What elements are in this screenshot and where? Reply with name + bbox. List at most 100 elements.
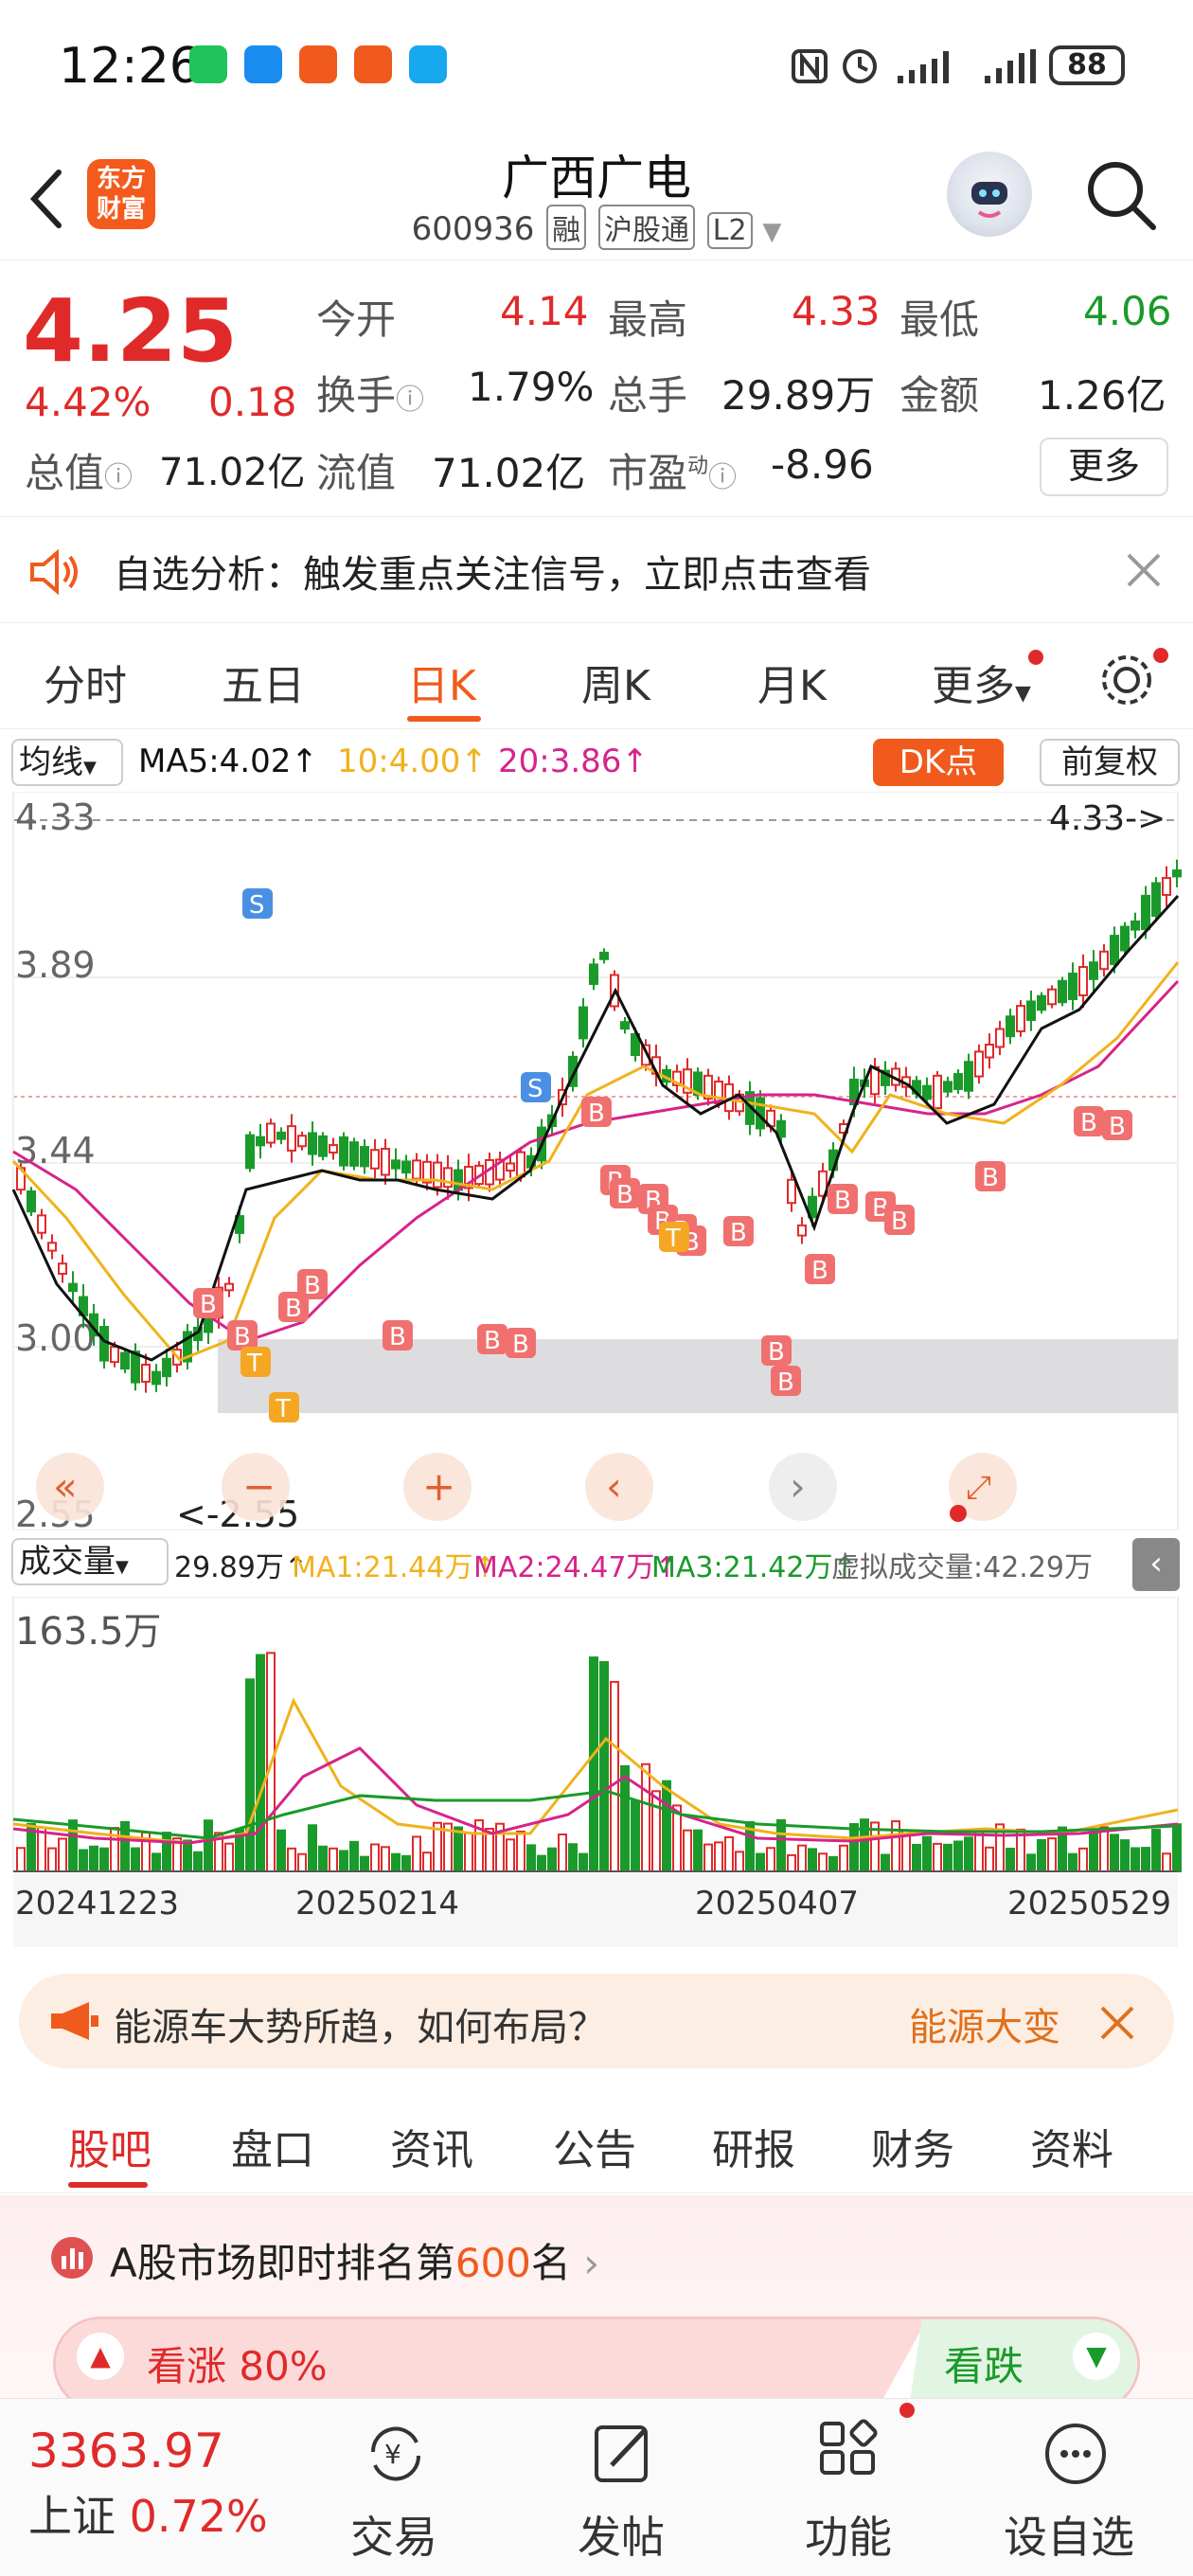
candle — [1006, 1015, 1015, 1038]
adjust-button[interactable]: 前复权 — [1040, 739, 1180, 786]
functions-grid-icon[interactable] — [810, 2414, 890, 2494]
gear-icon[interactable] — [1096, 650, 1157, 710]
high-label: 最高 — [608, 296, 688, 343]
search-app-icon — [409, 45, 447, 83]
info-icon: ⓘ — [104, 461, 134, 494]
tab-five-day[interactable]: 五日 — [222, 652, 305, 712]
candle — [256, 1136, 265, 1147]
volume-bar — [183, 1839, 192, 1872]
tab-finance[interactable]: 财务 — [871, 2116, 954, 2176]
chevron-down-icon: ▼ — [762, 218, 782, 246]
volume-select[interactable]: 成交量▼ — [11, 1538, 169, 1585]
trade-icon[interactable]: ¥ — [356, 2414, 436, 2494]
nav-customize[interactable]: 设自选 — [1004, 2503, 1134, 2566]
nav-post[interactable]: 发帖 — [578, 2503, 665, 2566]
more-dots-icon[interactable] — [1036, 2414, 1115, 2494]
pe-label[interactable]: 市盈动ⓘ — [608, 441, 737, 499]
svg-text:S: S — [249, 891, 265, 920]
open-value: 4.14 — [500, 288, 589, 334]
promo-banner[interactable]: 能源车大势所趋，如何布局？ 能源大变 — [19, 1974, 1174, 2068]
candle — [120, 1351, 130, 1370]
svg-text:+: + — [422, 1463, 455, 1510]
candle — [985, 1043, 994, 1059]
turnover-label[interactable]: 换手ⓘ — [316, 364, 424, 421]
margin-tag: 融 — [546, 205, 587, 250]
vol-ma3-readout: MA3:21.42万↑ — [651, 1551, 857, 1584]
rank-card: A股市场即时排名第600名 › ▲ 看涨 80% 看跌 ▼ — [0, 2195, 1193, 2411]
svg-text:‹: ‹ — [606, 1463, 622, 1510]
candle — [27, 1190, 36, 1213]
assistant-robot-icon[interactable] — [947, 152, 1032, 237]
volume-bar — [756, 1852, 765, 1873]
megaphone-icon — [51, 2002, 98, 2040]
tab-timeshare[interactable]: 分时 — [44, 652, 127, 712]
candle — [974, 1050, 984, 1078]
svg-text:T: T — [275, 1395, 291, 1423]
tab-monthly-k[interactable]: 月K — [757, 652, 827, 712]
post-icon[interactable] — [583, 2414, 663, 2494]
tab-more[interactable]: 更多▼ — [932, 652, 1031, 712]
more-button[interactable]: 更多 — [1040, 438, 1168, 496]
volume-bar — [787, 1853, 796, 1872]
volume-bar — [776, 1818, 786, 1872]
collapse-panel-button[interactable]: ‹ — [1132, 1538, 1180, 1591]
volume-bar — [506, 1838, 515, 1873]
kline-chart[interactable]: 4.33 3.89 3.44 3.00 2.55 4.33-> <-2.55 B… — [0, 792, 1193, 1530]
volume-bar — [318, 1845, 328, 1873]
analysis-banner[interactable]: 自选分析：触发重点关注信号，立即点击查看 — [0, 519, 1193, 623]
analysis-text: 自选分析：触发重点关注信号，立即点击查看 — [114, 553, 871, 597]
sell-signal-badge: S — [521, 1072, 551, 1103]
volume-bar — [1162, 1852, 1171, 1873]
tab-pankou[interactable]: 盘口 — [231, 2116, 314, 2176]
close-icon[interactable] — [1098, 2004, 1136, 2042]
dk-point-button[interactable]: DK点 — [873, 739, 1004, 786]
candle — [318, 1135, 328, 1157]
stock-code: 600936 — [411, 210, 535, 248]
svg-text:B: B — [200, 1291, 217, 1319]
volume-bar — [537, 1854, 546, 1872]
indicator-select[interactable]: 均线▼ — [11, 739, 123, 786]
search-icon[interactable] — [1081, 155, 1161, 235]
candle — [47, 1242, 57, 1252]
candle — [412, 1159, 421, 1180]
candle — [381, 1147, 390, 1176]
volume-bar — [1151, 1829, 1161, 1873]
svg-text:B: B — [768, 1338, 785, 1367]
tab-research[interactable]: 研报 — [712, 2116, 795, 2176]
vote-up-label: 看涨 80% — [147, 2343, 328, 2389]
volume-bar — [881, 1853, 890, 1872]
volume-bar — [1120, 1839, 1130, 1873]
content-tabs: 股吧 盘口 资讯 公告 研报 财务 资料 — [0, 2089, 1193, 2193]
volume-bar — [308, 1824, 317, 1872]
buy-signal-badge: B — [771, 1366, 801, 1397]
candle — [297, 1135, 307, 1148]
candle — [964, 1061, 973, 1092]
rank-text[interactable]: A股市场即时排名第600名 › — [110, 2231, 599, 2289]
volume-bar — [297, 1852, 307, 1873]
low-value: 4.06 — [1083, 288, 1172, 334]
volume-bar — [985, 1846, 994, 1872]
quote-panel: 4.25 4.42% 0.18 今开 4.14 最高 4.33 最低 4.06 … — [0, 261, 1193, 517]
svg-text:B: B — [730, 1219, 747, 1247]
index-ticker[interactable]: 3363.97 上证 0.72% — [28, 2424, 268, 2545]
volume-bar — [58, 1837, 67, 1873]
volume-bar — [1141, 1847, 1150, 1873]
chevron-down-icon: ▼ — [116, 1557, 129, 1577]
buy-signal-badge: B — [610, 1178, 640, 1209]
market-cap-label[interactable]: 总值ⓘ — [25, 441, 133, 499]
buy-signal-badge: B — [193, 1288, 223, 1319]
close-icon[interactable] — [1123, 549, 1165, 591]
nav-functions[interactable]: 功能 — [805, 2503, 892, 2566]
tab-profile[interactable]: 资料 — [1030, 2116, 1113, 2176]
tab-daily-k[interactable]: 日K — [407, 652, 476, 712]
nav-trade[interactable]: 交易 — [350, 2503, 437, 2566]
tab-guba[interactable]: 股吧 — [68, 2116, 151, 2176]
volume-bar — [360, 1855, 369, 1872]
candle — [1037, 994, 1046, 1011]
tab-announcements[interactable]: 公告 — [553, 2116, 636, 2176]
volume-bar — [99, 1847, 109, 1872]
speaker-icon — [30, 548, 78, 596]
volume-bar — [37, 1826, 46, 1873]
tab-news[interactable]: 资讯 — [390, 2116, 473, 2176]
tab-weekly-k[interactable]: 周K — [581, 652, 650, 712]
